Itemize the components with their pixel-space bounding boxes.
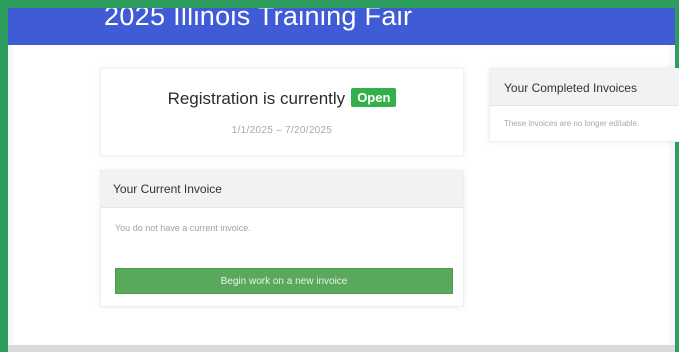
completed-invoices-title: Your Completed Invoices xyxy=(504,81,637,95)
current-invoice-empty-text: You do not have a current invoice. xyxy=(115,223,251,233)
registration-dates: 1/1/2025 – 7/20/2025 xyxy=(231,125,333,136)
current-invoice-title: Your Current Invoice xyxy=(113,182,222,196)
current-invoice-header: Your Current Invoice xyxy=(101,171,463,208)
status-badge: Open xyxy=(351,88,397,107)
completed-invoices-header: Your Completed Invoices xyxy=(490,69,679,106)
registration-status-text: Registration is currently xyxy=(167,89,346,108)
bottom-scrollbar[interactable] xyxy=(8,345,675,352)
current-invoice-card: Your Current Invoice You do not have a c… xyxy=(100,170,464,307)
registration-status-card: Registration is currently Open 1/1/2025 –… xyxy=(100,68,464,156)
page-title: 2025 Illinois Training Fair xyxy=(104,8,413,31)
page-banner: 2025 Illinois Training Fair xyxy=(8,8,675,45)
begin-new-invoice-button[interactable]: Begin work on a new invoice xyxy=(115,268,453,294)
registration-status-line: Registration is currently Open xyxy=(101,88,463,109)
completed-invoices-empty-text: These invoices are no longer editable. xyxy=(504,119,640,128)
completed-invoices-card: Your Completed Invoices These invoices a… xyxy=(489,68,679,142)
